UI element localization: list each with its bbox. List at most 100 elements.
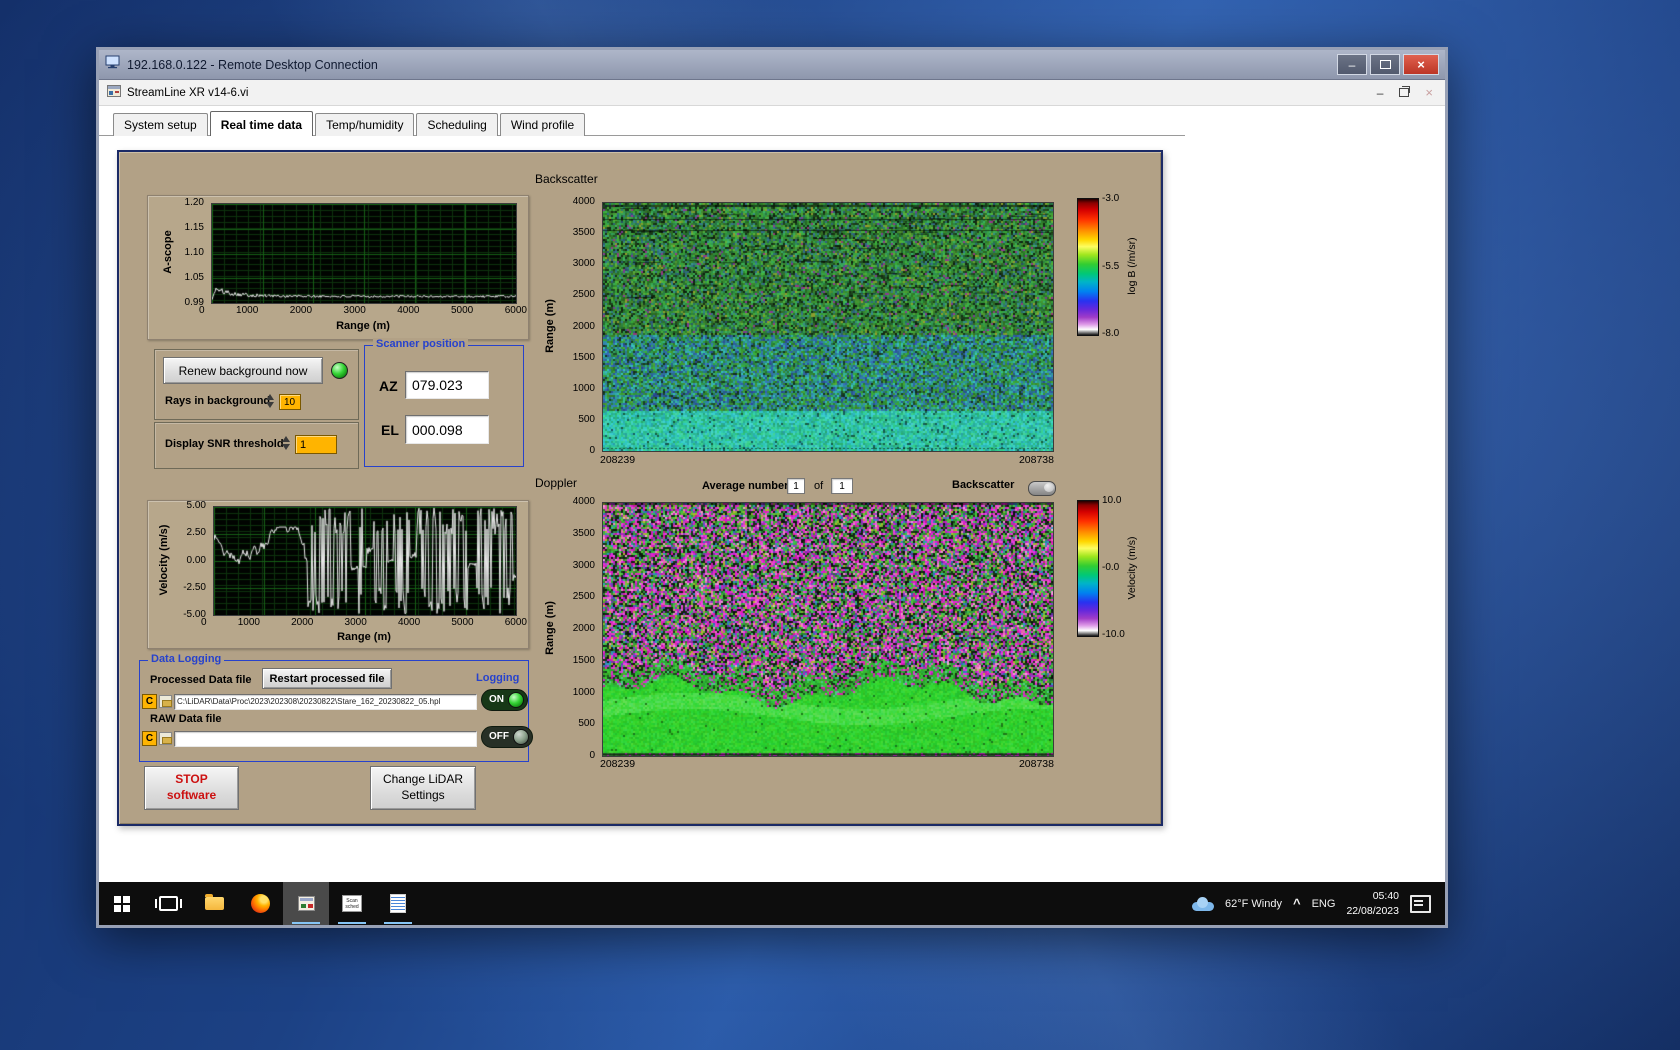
tick-label: 1500	[572, 351, 595, 363]
firefox-icon	[250, 894, 270, 913]
snr-value-field[interactable]: 1	[295, 435, 337, 454]
scanner-position-title: Scanner position	[373, 338, 469, 350]
tick-label: 6000	[504, 305, 527, 316]
average-number-field[interactable]: 1	[787, 478, 805, 494]
scanner-position-group: Scanner position AZ 079.023 EL 000.098	[364, 338, 524, 467]
streamline-app-icon	[297, 896, 315, 911]
tab-system-setup[interactable]: System setup	[113, 113, 208, 136]
chevron-up-icon[interactable]: ^	[1293, 896, 1301, 911]
backscatter-colorbar-label: log B (/m/sr)	[1126, 237, 1138, 295]
tab-scheduling[interactable]: Scheduling	[416, 113, 498, 136]
rdp-titlebar[interactable]: 192.168.0.122 - Remote Desktop Connectio…	[99, 50, 1445, 80]
backscatter-display-toggle[interactable]	[1028, 481, 1056, 496]
raw-browse-icon[interactable]	[159, 732, 172, 745]
task-view-icon	[154, 896, 182, 911]
average-total-field[interactable]: 1	[831, 478, 853, 494]
backscatter-xlabels: 208239 208738	[600, 454, 1054, 466]
backscatter-toggle-label: Backscatter	[952, 479, 1015, 491]
rdp-close-button[interactable]: ×	[1403, 54, 1439, 75]
change-button-line2: Settings	[401, 788, 445, 802]
task-view-button[interactable]	[145, 882, 191, 925]
app-restore-button[interactable]	[1399, 85, 1411, 99]
tick-label: 500	[578, 413, 595, 425]
tick-label: 0.00	[186, 554, 206, 566]
change-button-line1: Change LiDAR	[382, 772, 464, 787]
rays-value-field[interactable]: 10	[279, 394, 301, 410]
change-lidar-settings-button[interactable]: Change LiDAR Settings	[370, 766, 476, 810]
spinner-up-icon	[266, 394, 274, 400]
scan-scheduler-button[interactable]: Scan sched	[329, 882, 375, 925]
doc-app-button[interactable]	[375, 882, 421, 925]
raw-logging-toggle[interactable]: OFF	[481, 726, 533, 748]
streamline-app-button[interactable]	[283, 882, 329, 925]
windows-logo-icon	[114, 895, 130, 912]
tick-label: 5000	[450, 305, 474, 316]
snr-threshold-label: Display SNR threshold	[165, 438, 284, 450]
rdp-computer-icon	[105, 55, 121, 74]
tab-real-time-data[interactable]: Real time data	[209, 111, 314, 136]
realtime-panel: A-scope 1.20 1.15 1.10 1.05 0.99 0 1000 2000 30…	[117, 150, 1163, 826]
weather-icon[interactable]	[1192, 896, 1215, 911]
clock[interactable]: 05:40 22/08/2023	[1346, 889, 1399, 917]
tick-label: 1.20	[184, 197, 204, 208]
language-indicator[interactable]: ENG	[1312, 898, 1336, 910]
stop-button-line2: software	[166, 788, 217, 802]
app-minimize-button[interactable]: –	[1377, 87, 1384, 99]
spinner-up-icon	[282, 436, 290, 442]
system-tray: 62°F Windy ^ ENG 05:40 22/08/2023	[1192, 882, 1445, 925]
tick-label: 5.00	[186, 500, 206, 511]
action-center-icon[interactable]	[1410, 894, 1431, 913]
desktop-background: 192.168.0.122 - Remote Desktop Connectio…	[0, 0, 1680, 1050]
scan-scheduler-icon: Scan sched	[342, 895, 362, 912]
rdp-minimize-button[interactable]: –	[1337, 54, 1367, 75]
tab-wind-profile[interactable]: Wind profile	[499, 113, 586, 136]
processed-browse-icon[interactable]	[159, 695, 172, 708]
firefox-button[interactable]	[237, 882, 283, 925]
rdp-maximize-button[interactable]	[1370, 54, 1400, 75]
tick-label: 0	[589, 750, 595, 761]
tick-label: 1.05	[184, 272, 204, 283]
tab-temp-humidity[interactable]: Temp/humidity	[315, 113, 415, 136]
ascope-plot	[211, 203, 517, 304]
processed-drive-button[interactable]: C	[142, 694, 157, 709]
tick-label: -5.5	[1102, 260, 1120, 272]
ascope-chart: A-scope 1.20 1.15 1.10 1.05 0.99 0 1000 2000 30…	[147, 195, 529, 340]
backscatter-x-start: 208239	[600, 454, 636, 466]
renew-background-button[interactable]: Renew background now	[163, 357, 323, 384]
rays-in-background-label: Rays in background	[165, 395, 271, 407]
doppler-xlabels: 208239 208738	[600, 758, 1054, 770]
stop-button-line1: STOP	[175, 772, 208, 787]
processed-data-file-label: Processed Data file	[150, 674, 252, 686]
tick-label: 0	[589, 445, 595, 456]
tick-label: 3000	[572, 559, 595, 571]
tick-label: 2000	[572, 623, 595, 634]
weather-text[interactable]: 62°F Windy	[1225, 898, 1282, 910]
average-number-label: Average number	[702, 480, 789, 492]
snr-spinner[interactable]	[282, 436, 292, 450]
app-titlebar[interactable]: StreamLine XR v14-6.vi – ×	[99, 80, 1445, 106]
start-button[interactable]	[99, 882, 145, 925]
tick-label: 5000	[451, 617, 474, 628]
average-of-label: of	[814, 480, 824, 492]
tick-label: 2500	[572, 289, 595, 301]
raw-path-field[interactable]	[174, 731, 477, 747]
stop-software-button[interactable]: STOP software	[144, 766, 239, 810]
processed-logging-toggle[interactable]: ON	[481, 689, 528, 711]
file-explorer-button[interactable]	[191, 882, 237, 925]
raw-drive-button[interactable]: C	[142, 731, 157, 746]
on-label: ON	[489, 694, 504, 705]
restart-processed-file-button[interactable]: Restart processed file	[262, 668, 392, 689]
data-logging-group: Data Logging Processed Data file Restart…	[139, 653, 533, 762]
rays-spinner[interactable]	[266, 394, 276, 408]
logging-label: Logging	[476, 672, 520, 684]
tick-label: 500	[578, 718, 595, 730]
tick-label: 2000	[291, 617, 314, 628]
processed-path-field[interactable]: C:\LiDAR\Data\Proc\2023\202308\20230822\…	[174, 694, 477, 710]
tick-label: 1.10	[184, 247, 204, 258]
az-value-field[interactable]: 079.023	[405, 371, 489, 399]
background-status-led	[331, 362, 348, 379]
tick-label: 3000	[343, 305, 366, 316]
el-value-field[interactable]: 000.098	[405, 415, 489, 444]
doppler-heatmap	[602, 502, 1054, 757]
app-close-button[interactable]: ×	[1425, 86, 1433, 99]
